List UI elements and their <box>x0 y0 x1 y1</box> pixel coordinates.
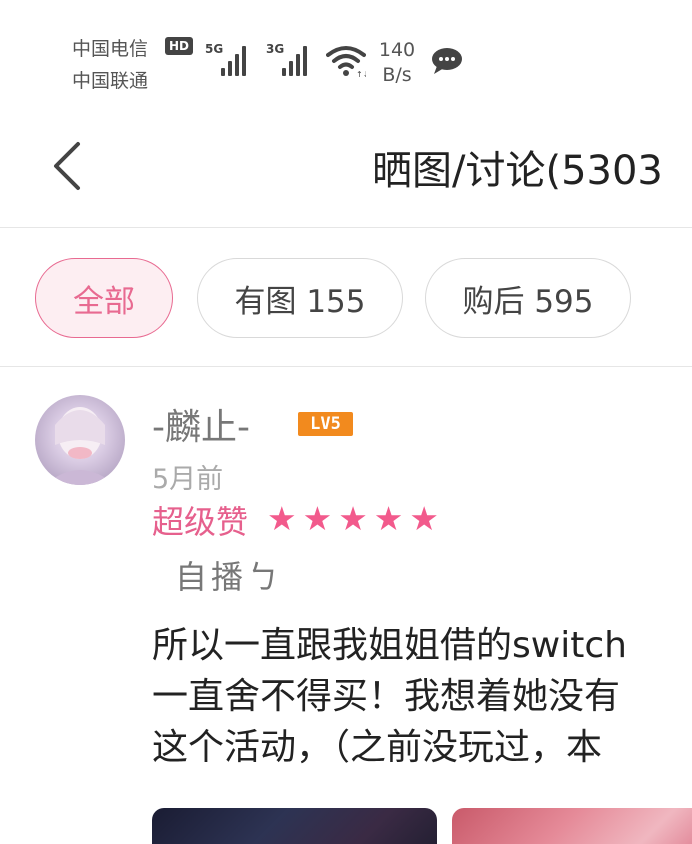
signature-tag: 自播ㄅ <box>175 558 284 596</box>
wifi-icon: ↑↓ <box>326 46 366 78</box>
reviewer-name[interactable]: -麟止- <box>152 398 250 450</box>
star-icon: ★ <box>302 499 333 538</box>
page-title: 晒图/讨论(5303 <box>372 148 663 194</box>
review-time: 5月前 <box>152 464 224 495</box>
page-header: 晒图/讨论(5303 <box>0 108 692 228</box>
star-icon: ★ <box>338 499 368 538</box>
signal-3g-icon: 3G <box>266 42 307 76</box>
star-icon: ★ <box>267 499 297 538</box>
rating-label: 超级赞 <box>152 503 249 541</box>
star-rating: ★ ★ ★ ★ ★ <box>267 502 439 536</box>
carrier-2: 中国联通 <box>72 70 149 92</box>
status-bar: 中国电信 HD 中国联通 5G 3G ↑↓ 140 B/s <box>0 0 692 108</box>
star-icon: ★ <box>409 499 439 538</box>
star-icon: ★ <box>373 499 404 538</box>
message-icon <box>432 48 462 74</box>
review-content-line: 一直舍不得买！我想着她没有 <box>152 676 621 717</box>
review-photo[interactable] <box>452 808 692 844</box>
tab-all[interactable]: 全部 <box>35 258 173 338</box>
network-speed: 140 B/s <box>378 39 416 86</box>
avatar[interactable] <box>35 395 125 485</box>
review-photo[interactable] <box>152 808 437 844</box>
filter-tabs: 全部 有图 155 购后 595 <box>0 229 692 367</box>
back-arrow-icon[interactable] <box>44 138 88 194</box>
level-badge: LV5 <box>298 412 353 436</box>
svg-text:↑↓: ↑↓ <box>356 70 366 78</box>
tab-with-photos[interactable]: 有图 155 <box>197 258 403 338</box>
carrier-1: 中国电信 <box>72 38 149 60</box>
hd-badge: HD <box>165 37 193 55</box>
review-content[interactable]: 所以一直跟我姐姐借的switch 一直舍不得买！我想着她没有 这个活动，（之前没… <box>152 620 692 773</box>
review-content-line: 这个活动，（之前没玩过，本 <box>152 727 603 768</box>
signal-5g-icon: 5G <box>205 42 246 76</box>
review-content-line: 所以一直跟我姐姐借的switch <box>152 625 627 666</box>
tab-after-purchase[interactable]: 购后 595 <box>425 258 631 338</box>
